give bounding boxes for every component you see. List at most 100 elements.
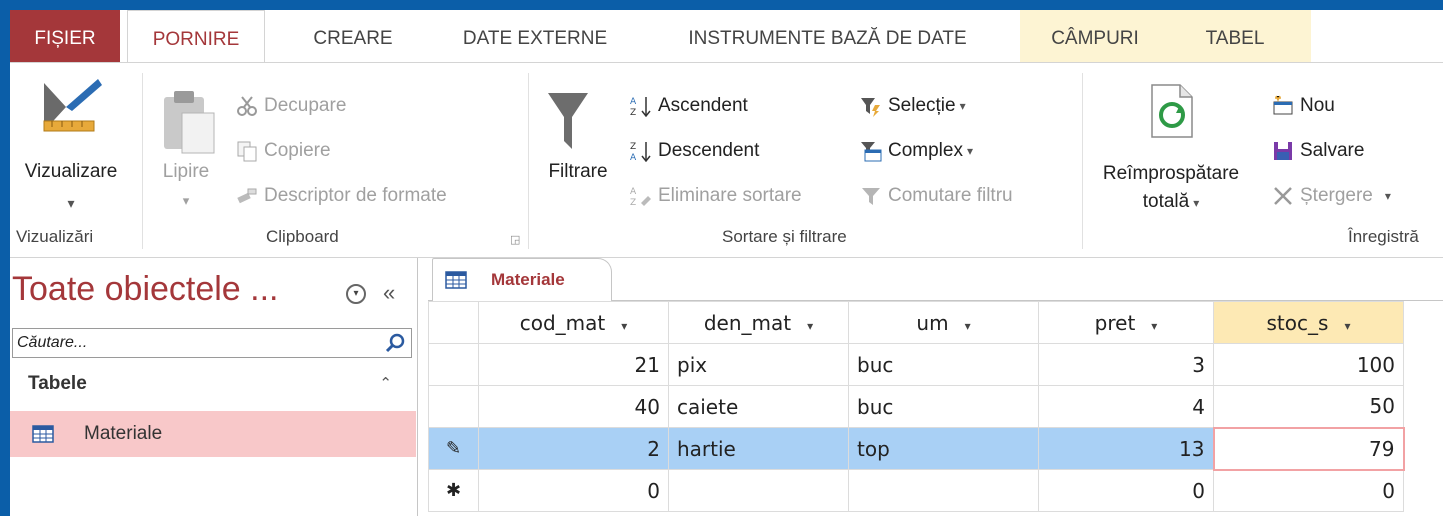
views-group-label: Vizualizări [16, 227, 94, 246]
record-selector[interactable] [428, 343, 479, 386]
nav-pane-collapse-icon[interactable]: « [383, 280, 395, 306]
cell-den-mat[interactable] [668, 469, 849, 512]
view-button[interactable]: Vizualizare [12, 161, 130, 183]
column-header-den-mat[interactable]: den_mat ▾ [668, 301, 849, 344]
cell-stoc-s[interactable]: 50 [1213, 385, 1404, 428]
cell-cod-mat[interactable]: 2 [478, 427, 669, 470]
document-tab-label: Materiale [491, 270, 565, 289]
cell-cod-mat[interactable]: 0 [478, 469, 669, 512]
svg-text:A: A [630, 187, 637, 197]
tab-home[interactable]: PORNIRE [127, 10, 265, 64]
cell-um[interactable]: buc [848, 343, 1039, 386]
save-record-button[interactable]: Salvare [1272, 140, 1364, 162]
format-painter-label: Descriptor de formate [264, 185, 447, 206]
cell-pret[interactable]: 13 [1038, 427, 1214, 470]
table-row-new[interactable]: ✱ 0 0 0 [428, 469, 1404, 512]
editing-pencil-icon[interactable]: ✎ [428, 427, 479, 470]
cell-stoc-s-active[interactable]: 79 [1212, 426, 1405, 471]
tab-file[interactable]: FIȘIER [10, 10, 120, 62]
column-dropdown-icon[interactable]: ▾ [1344, 319, 1350, 333]
toggle-filter-label: Comutare filtru [888, 185, 1013, 206]
cell-stoc-s[interactable]: 100 [1213, 343, 1404, 386]
collapse-chevron-icon[interactable]: ⌃ [379, 366, 392, 402]
tab-database-tools[interactable]: INSTRUMENTE BAZĂ DE DATE [655, 10, 1000, 62]
column-header-stoc-s[interactable]: stoc_s ▾ [1213, 301, 1404, 344]
delete-record-label: Ștergere [1300, 185, 1373, 206]
table-row[interactable]: 21 pix buc 3 100 [428, 343, 1404, 386]
document-tab-materiale[interactable]: Materiale [432, 258, 612, 301]
cell-um[interactable]: buc [848, 385, 1039, 428]
cut-button[interactable]: Decupare [236, 95, 346, 117]
record-selector[interactable] [428, 385, 479, 428]
tab-fields[interactable]: CÂMPURI [1040, 10, 1150, 62]
search-icon[interactable] [385, 333, 405, 353]
refresh-all-icon [1151, 84, 1193, 138]
remove-sort-button[interactable]: AZ Eliminare sortare [630, 185, 802, 207]
nav-item-materiale[interactable]: Materiale [10, 411, 416, 457]
cell-den-mat[interactable]: pix [668, 343, 849, 386]
cell-stoc-s[interactable]: 0 [1213, 469, 1404, 512]
column-header-um[interactable]: um ▾ [848, 301, 1039, 344]
cell-den-mat[interactable]: hartie [668, 427, 849, 470]
toggle-filter-button[interactable]: Comutare filtru [860, 185, 1013, 207]
new-record-asterisk-icon[interactable]: ✱ [428, 469, 479, 512]
refresh-all-button[interactable]: Reîmprospătare [1096, 163, 1246, 185]
new-record-button[interactable]: Nou [1272, 95, 1335, 117]
records-group-label: Înregistră [1348, 227, 1419, 246]
column-header-cod-mat[interactable]: cod_mat ▾ [478, 301, 669, 344]
table-icon [445, 271, 467, 289]
selection-filter-icon [861, 98, 880, 117]
sort-descending-icon: ZA [630, 142, 651, 162]
copy-button[interactable]: Copiere [236, 140, 331, 162]
cell-pret[interactable]: 3 [1038, 343, 1214, 386]
nav-search-box [12, 328, 412, 358]
table-row[interactable]: 40 caiete buc 4 50 [428, 385, 1404, 428]
sort-descending-button[interactable]: ZA Descendent [630, 140, 759, 162]
format-painter-button[interactable]: Descriptor de formate [236, 185, 447, 207]
sort-ascending-button[interactable]: AZ Ascendent [630, 95, 748, 117]
cell-cod-mat[interactable]: 21 [478, 343, 669, 386]
column-dropdown-icon[interactable]: ▾ [807, 319, 813, 333]
save-record-label: Salvare [1300, 140, 1365, 161]
tab-create[interactable]: CREARE [293, 10, 413, 62]
cell-um[interactable] [848, 469, 1039, 512]
selection-filter-button[interactable]: Selecție ▾ [860, 95, 966, 117]
svg-text:Z: Z [630, 142, 636, 152]
table-row-editing[interactable]: ✎ 2 hartie top 13 79 [428, 426, 1405, 471]
ribbon: Vizualizare ▾ Vizualizări Lipire ▾ Decup… [10, 62, 1443, 258]
cell-den-mat[interactable]: caiete [668, 385, 849, 428]
select-all-corner[interactable] [428, 301, 479, 344]
paste-icon [164, 91, 215, 154]
refresh-all-label-2[interactable]: totală ▾ [1096, 191, 1246, 213]
column-dropdown-icon[interactable]: ▾ [965, 319, 971, 333]
clipboard-launcher-icon[interactable]: ◲ [510, 233, 520, 246]
cell-cod-mat[interactable]: 40 [478, 385, 669, 428]
column-header-label: den_mat [703, 310, 792, 335]
svg-text:A: A [630, 97, 637, 107]
cell-pret[interactable]: 4 [1038, 385, 1214, 428]
delete-x-icon [1274, 187, 1292, 205]
filter-funnel-icon [548, 93, 588, 149]
nav-pane-title[interactable]: Toate obiectele ... [12, 270, 279, 309]
column-dropdown-icon[interactable]: ▾ [621, 319, 627, 333]
nav-pane-menu-icon[interactable]: ▾ [346, 284, 366, 304]
nav-group-tables[interactable]: Tabele ⌃ [12, 366, 412, 402]
filter-button[interactable]: Filtrare [540, 161, 616, 183]
tab-external-data[interactable]: DATE EXTERNE [440, 10, 630, 62]
column-header-label: cod_mat [519, 310, 606, 335]
paste-button[interactable]: Lipire [155, 161, 217, 183]
paste-dropdown-icon[interactable]: ▾ [155, 193, 217, 209]
sort-descending-label: Descendent [658, 140, 760, 161]
view-dropdown-icon[interactable]: ▾ [12, 195, 130, 212]
column-header-label: pret [1094, 310, 1136, 335]
column-dropdown-icon[interactable]: ▾ [1151, 319, 1157, 333]
cell-pret[interactable]: 0 [1038, 469, 1214, 512]
navigation-pane: Toate obiectele ... ▾ « Tabele ⌃ Materia… [10, 258, 418, 516]
copy-label: Copiere [264, 140, 331, 161]
column-header-pret[interactable]: pret ▾ [1038, 301, 1214, 344]
advanced-filter-button[interactable]: Complex ▾ [860, 140, 973, 162]
cell-um[interactable]: top [848, 427, 1039, 470]
delete-record-button[interactable]: Ștergere ▾ [1272, 185, 1391, 207]
nav-search-input[interactable] [13, 329, 373, 357]
tab-table[interactable]: TABEL [1190, 10, 1280, 62]
